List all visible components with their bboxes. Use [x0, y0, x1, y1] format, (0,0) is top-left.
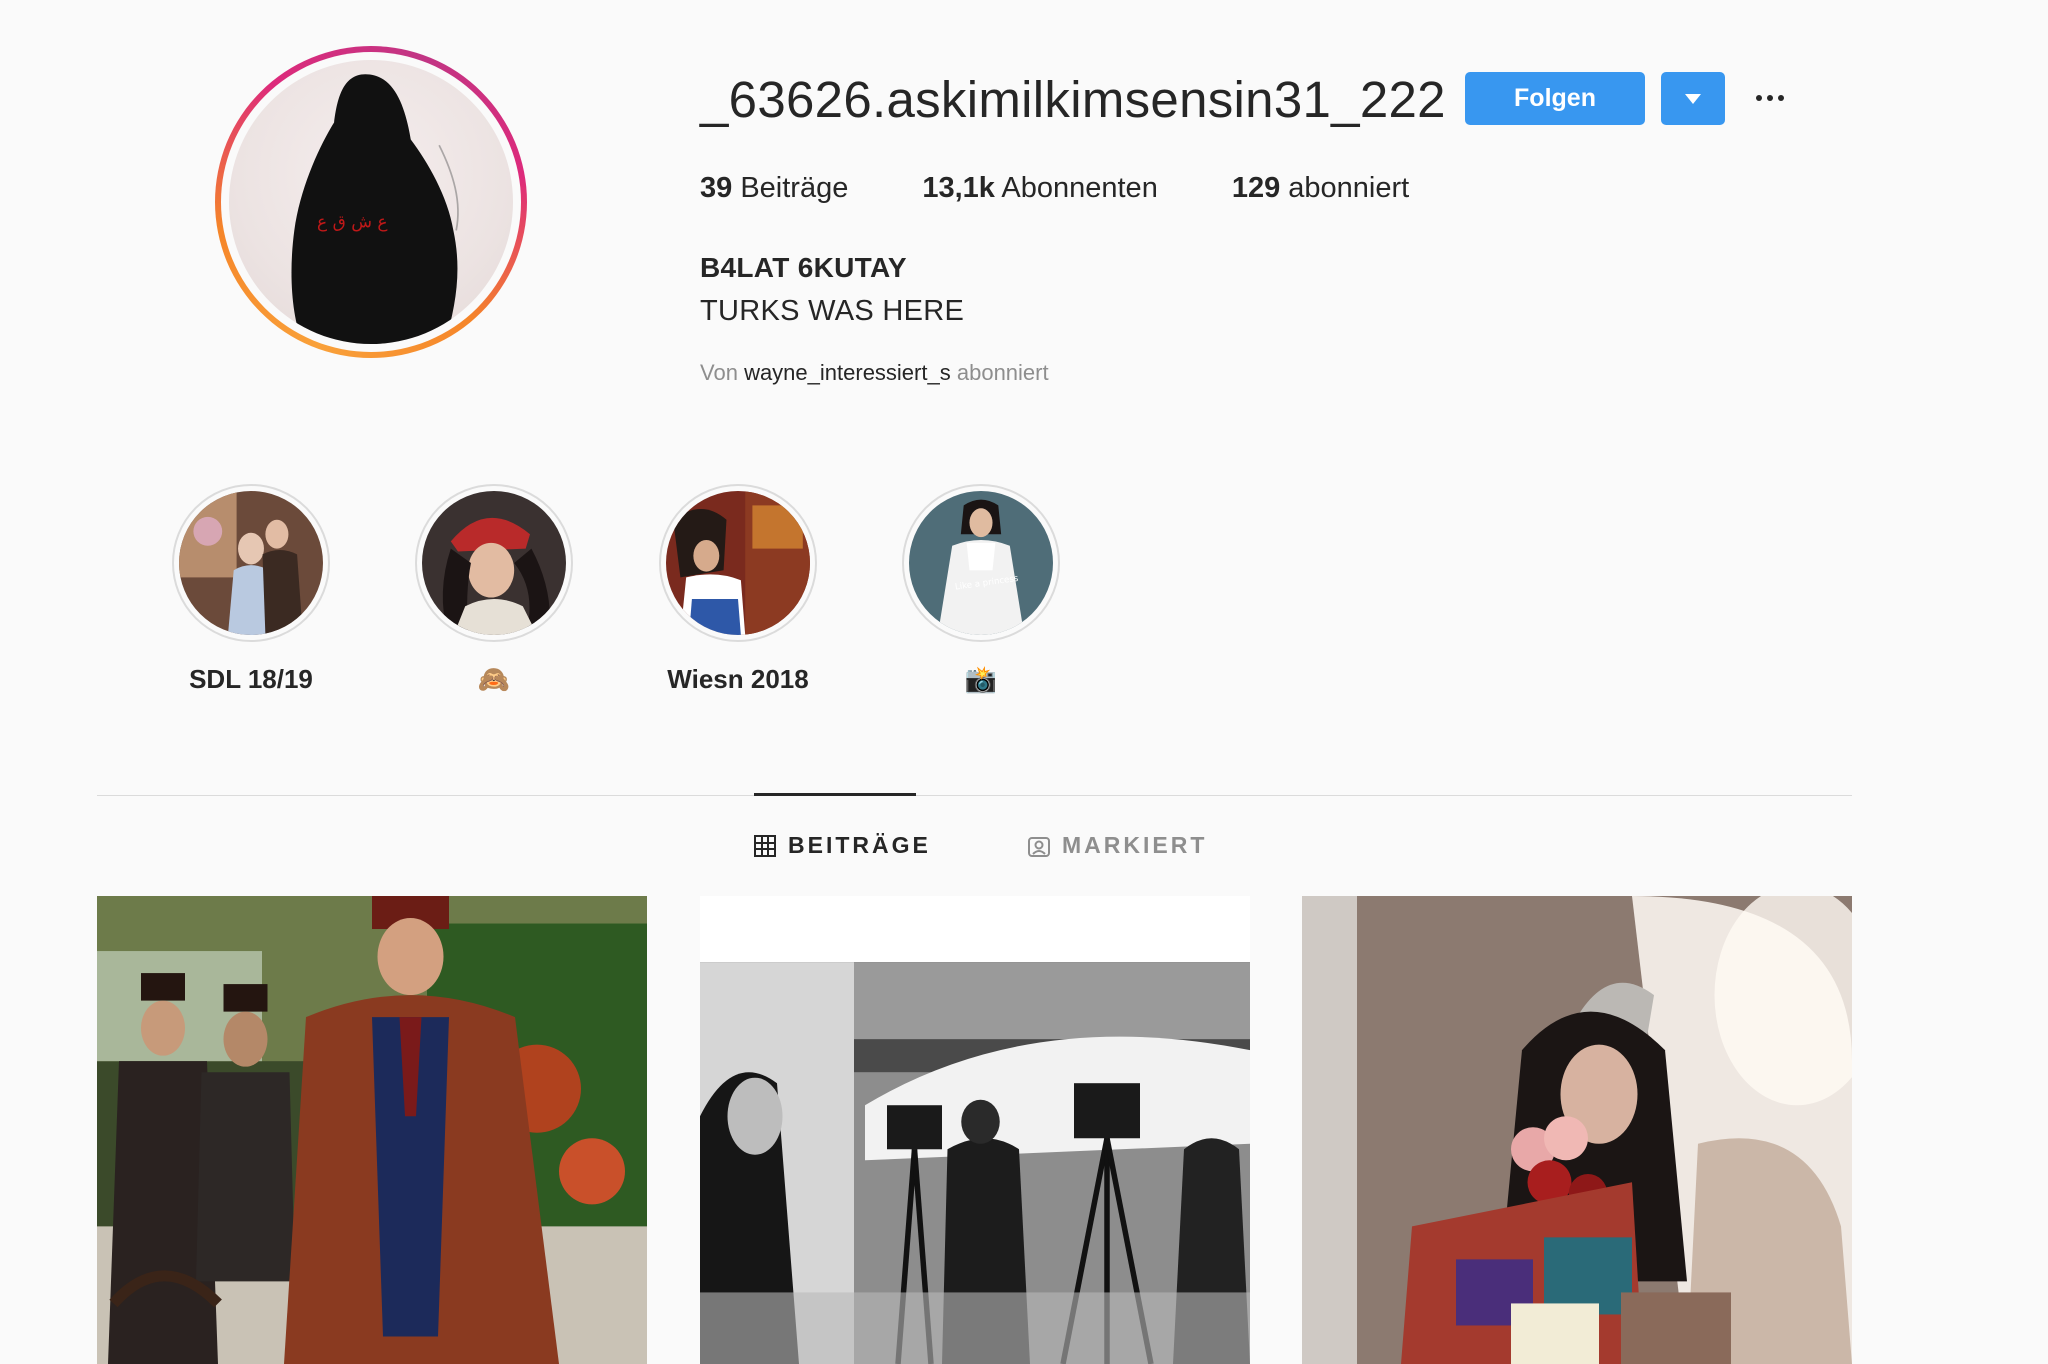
- followed-by-user-link[interactable]: wayne_interessiert_s: [744, 360, 951, 385]
- followed-by-suffix: abonniert: [956, 360, 1049, 385]
- highlight-label: Wiesn 2018: [667, 664, 809, 694]
- follow-button[interactable]: Folgen: [1465, 72, 1645, 125]
- tab-posts-label: BEITRÄGE: [788, 832, 931, 858]
- profile-full-name: B4LAT 6KUTAY: [700, 252, 907, 283]
- posts-count: 39: [700, 172, 733, 204]
- followers-label: Abonnenten: [1001, 172, 1158, 204]
- highlight-item[interactable]: SDL 18/19: [166, 484, 336, 698]
- tabs-divider: [97, 795, 1852, 796]
- highlight-cover: [666, 491, 810, 635]
- post-image: [700, 896, 1250, 1364]
- profile-username: _63626.askimilkimsensin31_222: [700, 71, 1446, 128]
- profile-avatar[interactable]: ع ش ق ع: [215, 46, 527, 358]
- suggestions-dropdown-button[interactable]: [1661, 72, 1725, 125]
- highlight-label: SDL 18/19: [189, 664, 313, 694]
- highlight-item[interactable]: 🙈: [409, 484, 579, 698]
- followers-count: 13,1k: [922, 172, 995, 204]
- post-image: [97, 896, 647, 1364]
- tab-tagged[interactable]: MARKIERT: [1028, 832, 1207, 859]
- profile-stats: 39 Beiträge 13,1k Abonnenten 129 abonnie…: [700, 172, 1483, 205]
- highlight-item[interactable]: Like a princess 📸: [896, 484, 1066, 698]
- followers-stat[interactable]: 13,1k Abonnenten: [922, 172, 1157, 205]
- caret-down-icon: [1685, 93, 1701, 104]
- highlight-item[interactable]: Wiesn 2018: [653, 484, 823, 698]
- post-thumbnail[interactable]: [97, 896, 647, 1364]
- post-image: [1302, 896, 1852, 1364]
- following-label: abonniert: [1288, 172, 1410, 204]
- highlight-label: 📸: [964, 664, 998, 694]
- followed-by: Von wayne_interessiert_s abonniert: [700, 360, 1049, 386]
- tab-tagged-label: MARKIERT: [1062, 832, 1208, 858]
- svg-text:ع ش ق ع: ع ش ق ع: [317, 213, 388, 233]
- profile-bio: TURKS WAS HERE: [700, 295, 965, 327]
- posts-stat: 39 Beiträge: [700, 172, 848, 205]
- active-tab-indicator: [754, 793, 916, 796]
- posts-label: Beiträge: [740, 172, 849, 204]
- post-thumbnail[interactable]: [700, 896, 1250, 1364]
- more-options-button[interactable]: [1750, 78, 1790, 118]
- more-dots-icon: [1756, 95, 1762, 101]
- highlight-cover: Like a princess: [909, 491, 1053, 635]
- following-stat[interactable]: 129 abonniert: [1232, 172, 1409, 205]
- avatar-image: ع ش ق ع: [229, 60, 513, 344]
- tagged-icon: [1028, 836, 1050, 857]
- highlight-cover: [179, 491, 323, 635]
- post-thumbnail[interactable]: [1302, 896, 1852, 1364]
- following-count: 129: [1231, 172, 1281, 204]
- tab-posts[interactable]: BEITRÄGE: [754, 832, 931, 859]
- grid-icon: [754, 834, 776, 857]
- profile-page: ع ش ق ع _63626.askimilkimsensin31_222 Fo…: [0, 0, 2048, 1364]
- followed-by-prefix: Von: [700, 360, 738, 385]
- highlight-label: 🙈: [477, 664, 511, 694]
- highlight-cover: [422, 491, 566, 635]
